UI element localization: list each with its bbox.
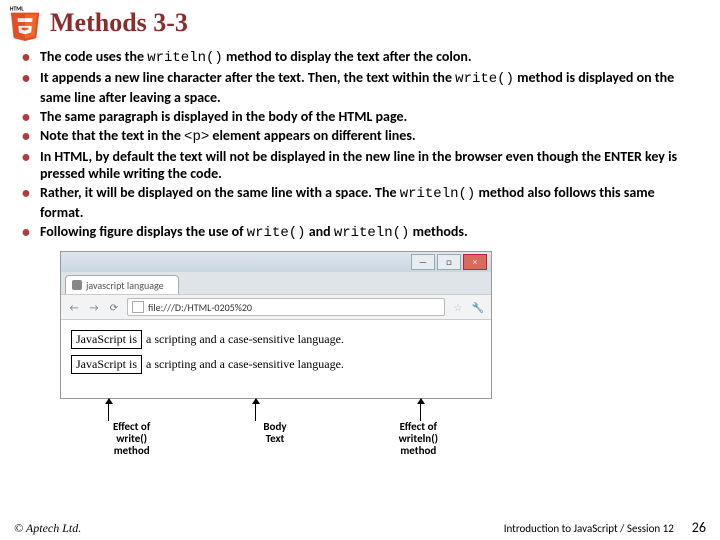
url-text: file:///D:/HTML-0205%20 xyxy=(148,301,252,314)
browser-titlebar: — □ × xyxy=(61,252,491,272)
boxed-text: JavaScript is xyxy=(71,330,142,349)
bookmark-icon: ☆ xyxy=(451,300,465,314)
bullet-item: The code uses the writeln() method to di… xyxy=(22,48,698,68)
browser-viewport: JavaScript is a scripting and a case-sen… xyxy=(61,320,491,398)
slide-title: Methods 3-3 xyxy=(50,8,188,38)
file-icon xyxy=(132,301,144,313)
bullet-item: It appends a new line character after th… xyxy=(22,69,698,107)
back-icon: ← xyxy=(67,300,81,314)
bullet-item: Rather, it will be displayed on the same… xyxy=(22,184,698,222)
slide-header: HTML Methods 3-3 xyxy=(0,0,720,44)
bullet-item: Note that the text in the <p> element ap… xyxy=(22,127,698,147)
line-rest: a scripting and a case-sensitive languag… xyxy=(146,332,344,347)
maximize-icon: □ xyxy=(437,254,461,270)
bullet-item: Following figure displays the use of wri… xyxy=(22,223,698,243)
callout-arrows xyxy=(60,399,490,421)
html5-logo-icon: HTML xyxy=(8,4,42,42)
session-info: Introduction to JavaScript / Session 12 xyxy=(504,522,674,535)
page-number: 26 xyxy=(692,519,706,536)
bullet-item: In HTML, by default the text will not be… xyxy=(22,148,698,184)
copyright: © Aptech Ltd. xyxy=(14,521,81,536)
label-write: Effect of write() method xyxy=(60,421,203,457)
reload-icon: ⟳ xyxy=(107,300,121,314)
line-rest: a scripting and a case-sensitive languag… xyxy=(146,357,344,372)
wrench-icon: 🔧 xyxy=(471,300,485,314)
label-writeln: Effect of writeln() method xyxy=(347,421,490,457)
bullet-list: The code uses the writeln() method to di… xyxy=(22,48,698,243)
arrow-icon xyxy=(108,399,109,421)
content-area: The code uses the writeln() method to di… xyxy=(0,44,720,457)
favicon-icon xyxy=(72,280,82,290)
svg-text:HTML: HTML xyxy=(10,6,24,13)
arrow-icon xyxy=(255,399,256,421)
slide-footer: © Aptech Ltd. Introduction to JavaScript… xyxy=(0,519,720,536)
forward-icon: → xyxy=(87,300,101,314)
output-line-2: JavaScript is a scripting and a case-sen… xyxy=(71,355,481,374)
browser-tabstrip: javascript language xyxy=(61,272,491,294)
close-icon: × xyxy=(463,254,487,270)
address-bar: file:///D:/HTML-0205%20 xyxy=(127,298,445,316)
arrow-icon xyxy=(420,399,421,421)
browser-window: — □ × javascript language ← → ⟳ file:///… xyxy=(60,251,492,399)
boxed-text: JavaScript is xyxy=(71,355,142,374)
output-line-1: JavaScript is a scripting and a case-sen… xyxy=(71,330,481,349)
callout-labels: Effect of write() method Body Text Effec… xyxy=(60,421,490,457)
bullet-item: The same paragraph is displayed in the b… xyxy=(22,108,698,126)
label-body: Body Text xyxy=(203,421,346,457)
minimize-icon: — xyxy=(411,254,435,270)
browser-toolbar: ← → ⟳ file:///D:/HTML-0205%20 ☆ 🔧 xyxy=(61,294,491,320)
tab-title: javascript language xyxy=(86,279,164,292)
figure: — □ × javascript language ← → ⟳ file:///… xyxy=(60,251,495,457)
browser-tab: javascript language xyxy=(65,275,179,294)
